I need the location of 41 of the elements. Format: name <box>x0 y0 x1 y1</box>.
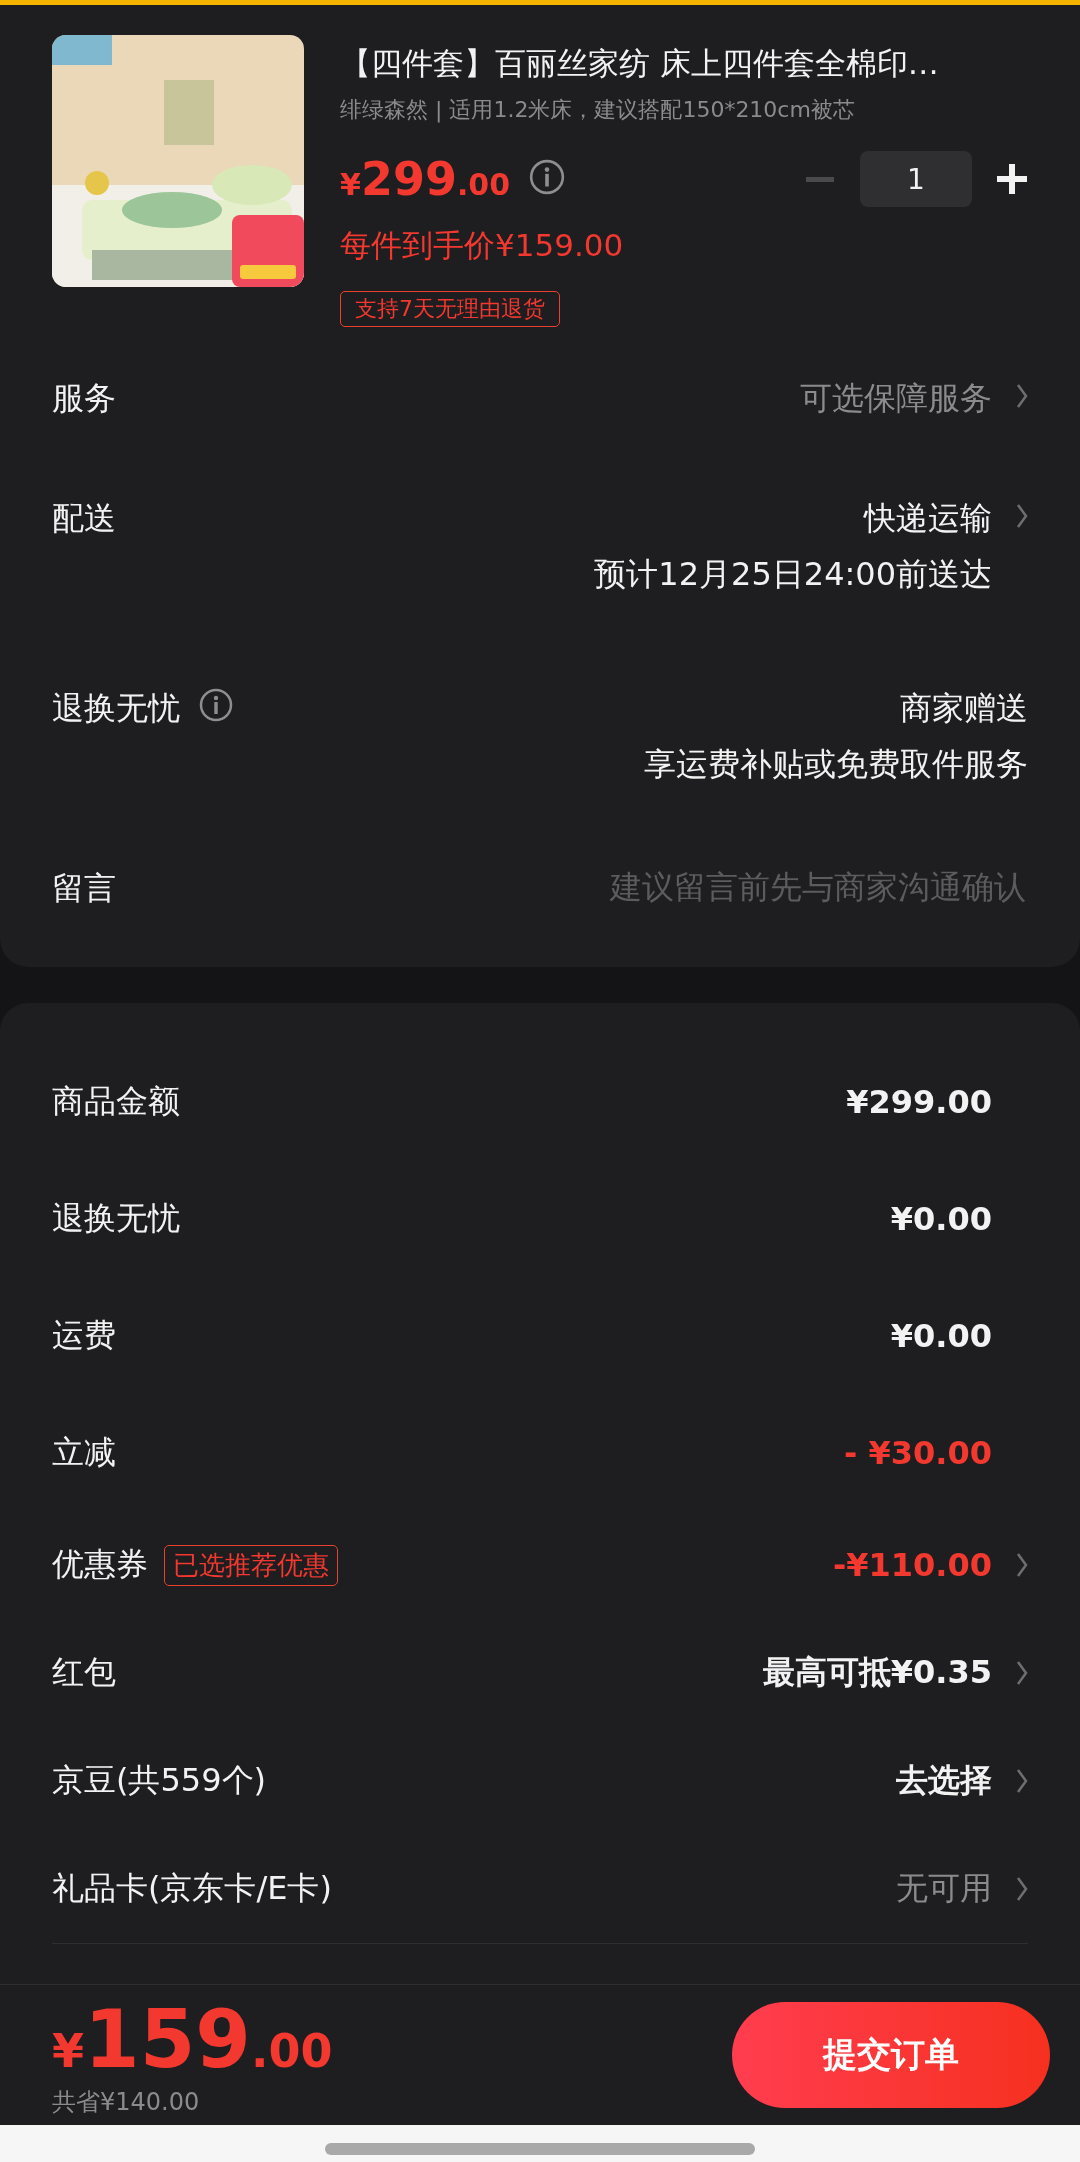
row-label: 退换无忧 <box>52 1197 180 1239</box>
row-label: 留言 <box>52 868 116 909</box>
row-label: 服务 <box>52 378 116 419</box>
submit-order-button[interactable]: 提交订单 <box>732 2002 1050 2108</box>
row-label: 退换无忧 <box>52 688 180 729</box>
amount[interactable]: 无可用 <box>896 1867 992 1911</box>
row-label: 运费 <box>52 1314 116 1356</box>
message-field[interactable]: 建议留言前先与商家沟通确认 <box>464 867 1028 907</box>
info-icon[interactable] <box>198 687 234 723</box>
quantity-field[interactable]: 1 <box>860 151 972 207</box>
plus-button[interactable] <box>996 163 1028 195</box>
row-label: 商品金额 <box>52 1080 180 1122</box>
row-label: 礼品卡(京东卡/E卡) <box>52 1868 332 1909</box>
row-label: 优惠券 <box>52 1544 148 1585</box>
row-label: 京豆(共559个) <box>52 1760 267 1801</box>
row-value: 商家赠送 <box>900 688 1028 729</box>
amount: ¥0.00 <box>890 1199 992 1238</box>
amount: ¥0.00 <box>890 1316 992 1355</box>
row-label: 配送 <box>52 498 116 539</box>
amount: ¥299.00 <box>846 1082 992 1121</box>
product-price: ¥299.00 <box>340 152 511 206</box>
delivery-estimate: 预计12月25日24:00前送达 <box>594 554 992 595</box>
product-spec: 绯绿森然 | 适用1.2米床，建议搭配150*210cm被芯 <box>340 96 856 125</box>
amount[interactable]: 最高可抵¥0.35 <box>762 1651 992 1695</box>
row-label: 立减 <box>52 1431 116 1473</box>
total-price: ¥159.00 <box>52 1992 333 2086</box>
product-title[interactable]: 【四件套】百丽丝家纺 床上四件套全棉印… <box>340 43 1028 85</box>
row-value[interactable]: 可选保障服务 <box>800 377 992 421</box>
info-icon[interactable] <box>528 158 567 196</box>
return-policy-tag: 支持7天无理由退货 <box>340 291 560 327</box>
minus-icon <box>806 176 834 182</box>
savings-text: 共省¥140.00 <box>52 2086 201 2118</box>
service-note: 享运费补贴或免费取件服务 <box>644 744 1028 785</box>
amount: - ¥30.00 <box>844 1433 992 1472</box>
coupon-tag: 已选推荐优惠 <box>164 1544 338 1586</box>
row-label: 红包 <box>52 1652 116 1693</box>
row-value[interactable]: 快递运输 <box>864 497 992 541</box>
amount[interactable]: 去选择 <box>896 1759 992 1803</box>
plus-icon <box>997 164 1027 194</box>
amount[interactable]: -¥110.00 <box>832 1546 992 1584</box>
final-price: 每件到手价¥159.00 <box>340 226 625 265</box>
